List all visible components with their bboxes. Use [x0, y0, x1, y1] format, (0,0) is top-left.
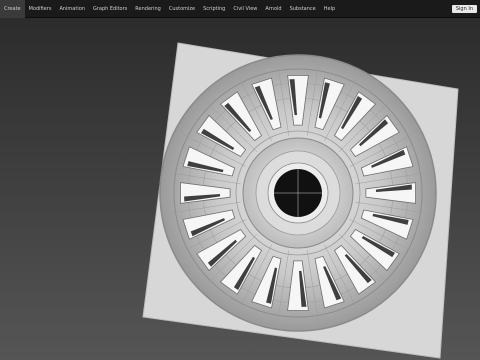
wheel-model[interactable] [159, 54, 437, 332]
menu-substance[interactable]: Substance [286, 0, 320, 18]
menu-customize[interactable]: Customize [165, 0, 199, 18]
viewport[interactable] [0, 18, 480, 360]
viewport-scene [142, 42, 459, 359]
menu-modifiers[interactable]: Modifiers [25, 0, 56, 18]
menu-animation[interactable]: Animation [55, 0, 89, 18]
menu-help[interactable]: Help [320, 0, 339, 18]
sign-in-button[interactable]: Sign In [451, 5, 477, 13]
menu-arnold[interactable]: Arnold [261, 0, 285, 18]
menu-create[interactable]: Create [0, 0, 25, 18]
menu-scripting[interactable]: Scripting [199, 0, 229, 18]
menu-graph-editors[interactable]: Graph Editors [89, 0, 131, 18]
menu-rendering[interactable]: Rendering [131, 0, 165, 18]
menu-civil-view[interactable]: Civil View [229, 0, 261, 18]
menu-items: Create Modifiers Animation Graph Editors… [0, 0, 339, 18]
menu-bar: Create Modifiers Animation Graph Editors… [0, 0, 480, 18]
